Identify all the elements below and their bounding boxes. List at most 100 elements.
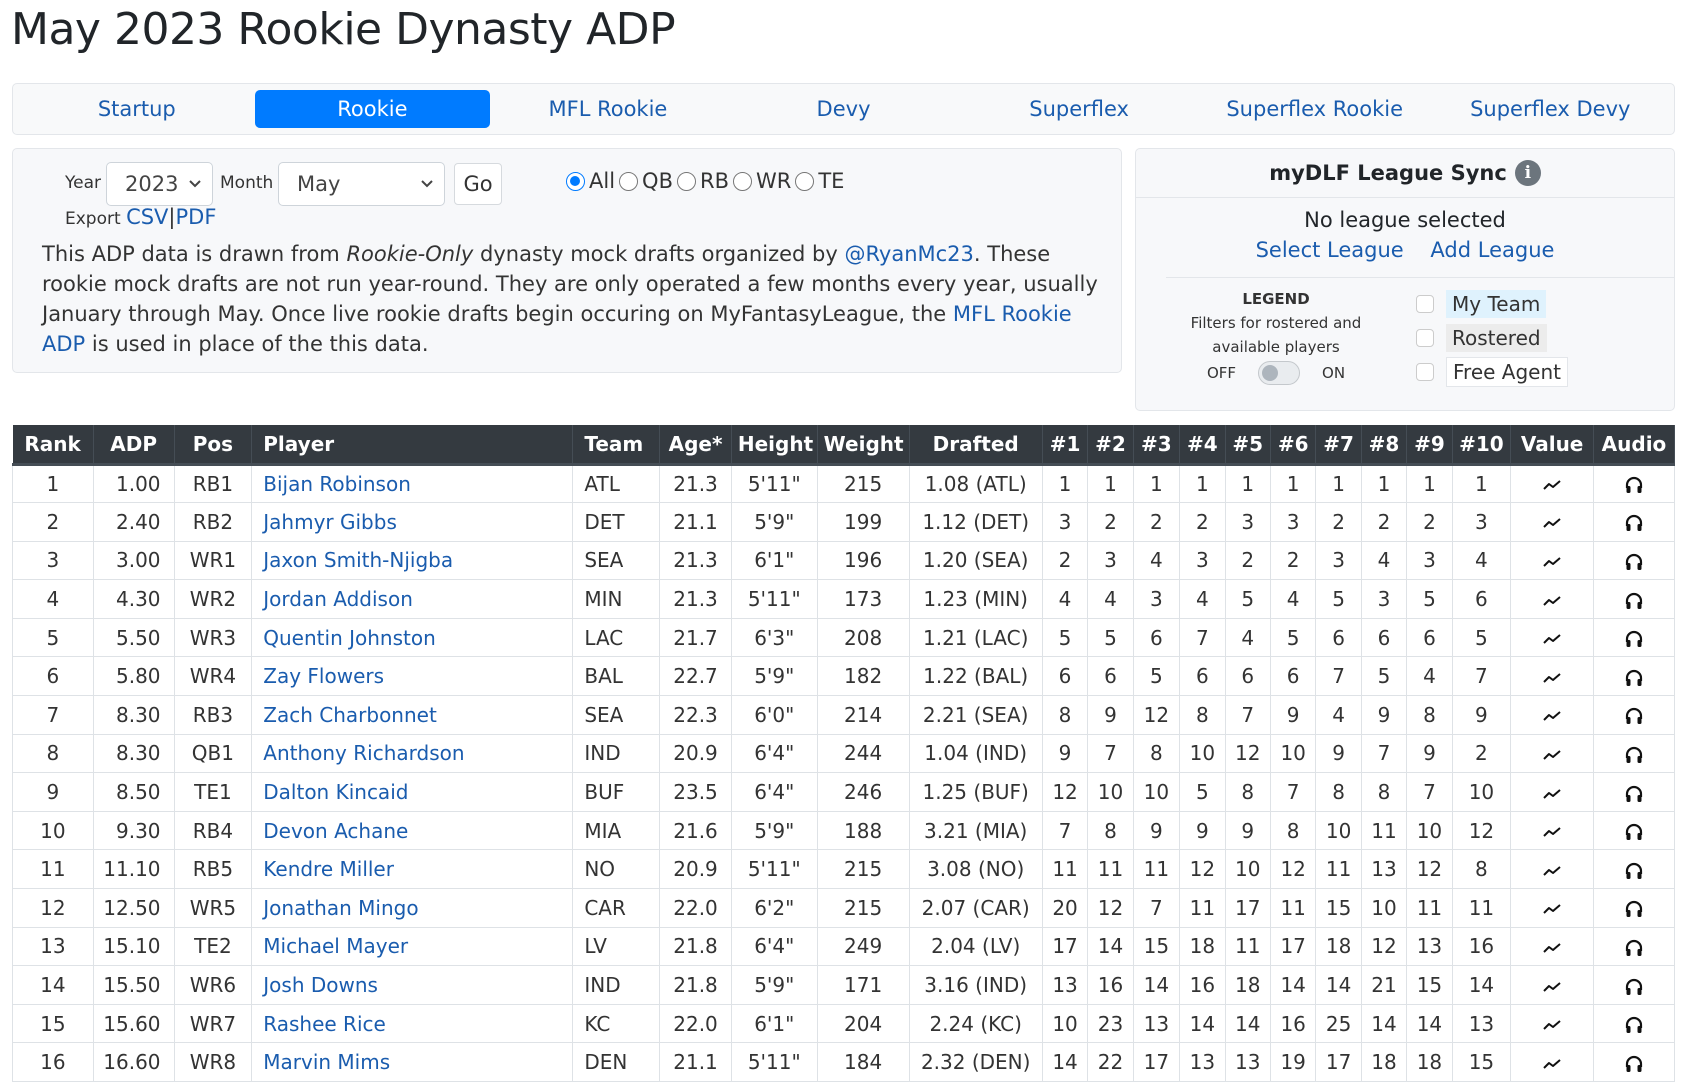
audio-cell[interactable] (1593, 926, 1675, 967)
player-link[interactable]: Kendre Miller (263, 857, 394, 881)
player-link[interactable]: Jahmyr Gibbs (263, 510, 397, 534)
tab-superflex-rookie[interactable]: Superflex Rookie (1197, 90, 1433, 128)
headphones-icon[interactable] (1625, 1050, 1643, 1074)
audio-cell[interactable] (1593, 965, 1675, 1005)
year-select[interactable]: 2023 (106, 162, 213, 206)
tab-superflex-devy[interactable]: Superflex Devy (1432, 90, 1668, 128)
column-header[interactable]: Age* (659, 425, 732, 466)
trend-line-icon[interactable] (1543, 1050, 1561, 1074)
trend-line-icon[interactable] (1543, 896, 1561, 920)
column-header[interactable]: #6 (1270, 425, 1317, 466)
rostered-filter[interactable]: Rostered (1416, 321, 1568, 355)
position-radio-wr[interactable]: WR (732, 169, 791, 193)
value-cell[interactable] (1510, 463, 1594, 504)
radio-dot[interactable] (566, 171, 585, 191)
column-header[interactable]: #5 (1225, 425, 1271, 466)
trend-line-icon[interactable] (1543, 510, 1561, 534)
audio-cell[interactable] (1593, 502, 1675, 542)
player-link[interactable]: Devon Achane (263, 819, 408, 843)
trend-line-icon[interactable] (1543, 780, 1561, 804)
radio-dot[interactable] (676, 171, 696, 191)
column-header[interactable]: #4 (1179, 425, 1226, 466)
audio-cell[interactable] (1593, 463, 1675, 504)
trend-line-icon[interactable] (1543, 472, 1561, 496)
trend-line-icon[interactable] (1543, 548, 1561, 572)
headphones-icon[interactable] (1625, 703, 1643, 727)
value-cell[interactable] (1510, 965, 1594, 1005)
tab-startup[interactable]: Startup (19, 90, 255, 128)
value-cell[interactable] (1510, 926, 1594, 967)
value-cell[interactable] (1510, 810, 1594, 851)
player-link[interactable]: Zay Flowers (263, 664, 384, 688)
headphones-icon[interactable] (1625, 741, 1643, 765)
value-cell[interactable] (1510, 1003, 1594, 1044)
radio-dot[interactable] (795, 171, 815, 191)
headphones-icon[interactable] (1625, 548, 1643, 572)
position-radio-all[interactable]: All (566, 169, 615, 193)
value-cell[interactable] (1510, 579, 1594, 619)
trend-line-icon[interactable] (1543, 934, 1561, 958)
headphones-icon[interactable] (1625, 472, 1643, 496)
audio-cell[interactable] (1593, 888, 1675, 928)
player-link[interactable]: Marvin Mims (263, 1050, 390, 1074)
audio-cell[interactable] (1593, 733, 1675, 774)
player-link[interactable]: Zach Charbonnet (263, 703, 437, 727)
column-header[interactable]: Drafted (909, 425, 1043, 466)
headphones-icon[interactable] (1625, 780, 1643, 804)
trend-line-icon[interactable] (1543, 703, 1561, 727)
checkbox[interactable] (1416, 363, 1434, 381)
column-header[interactable]: Player (251, 425, 574, 466)
go-button[interactable]: Go (454, 163, 502, 205)
column-header[interactable]: Height (731, 425, 818, 466)
tab-rookie[interactable]: Rookie (254, 90, 491, 128)
radio-dot[interactable] (732, 171, 752, 191)
audio-cell[interactable] (1593, 695, 1675, 735)
radio-dot[interactable] (619, 171, 639, 191)
trend-line-icon[interactable] (1543, 819, 1561, 843)
column-header[interactable]: ADP (93, 425, 175, 466)
trend-line-icon[interactable] (1543, 973, 1561, 997)
headphones-icon[interactable] (1625, 1012, 1643, 1036)
select-league-link[interactable]: Select League (1256, 238, 1404, 262)
column-header[interactable]: #8 (1361, 425, 1408, 466)
checkbox[interactable] (1416, 329, 1434, 347)
value-cell[interactable] (1510, 1042, 1594, 1082)
audio-cell[interactable] (1593, 772, 1675, 812)
checkbox[interactable] (1416, 295, 1434, 313)
headphones-icon[interactable] (1625, 896, 1643, 920)
column-header[interactable]: #1 (1042, 425, 1089, 466)
trend-line-icon[interactable] (1543, 857, 1561, 881)
export-csv-link[interactable]: CSV (126, 205, 168, 229)
column-header[interactable]: Value (1510, 425, 1594, 466)
player-link[interactable]: Jaxon Smith-Njigba (263, 548, 453, 572)
headphones-icon[interactable] (1625, 819, 1643, 843)
player-link[interactable]: Dalton Kincaid (263, 780, 408, 804)
trend-line-icon[interactable] (1543, 626, 1561, 650)
tab-devy[interactable]: Devy (726, 90, 962, 128)
column-header[interactable]: Team (572, 425, 661, 466)
player-link[interactable]: Josh Downs (263, 973, 378, 997)
player-link[interactable]: Jordan Addison (263, 587, 413, 611)
tab-mfl-rookie[interactable]: MFL Rookie (490, 90, 726, 128)
player-link[interactable]: Quentin Johnston (263, 626, 436, 650)
audio-cell[interactable] (1593, 1042, 1675, 1082)
player-link[interactable]: Anthony Richardson (263, 741, 464, 765)
headphones-icon[interactable] (1625, 510, 1643, 534)
player-link[interactable]: Rashee Rice (263, 1012, 386, 1036)
tab-superflex[interactable]: Superflex (961, 90, 1197, 128)
trend-line-icon[interactable] (1543, 1012, 1561, 1036)
headphones-icon[interactable] (1625, 587, 1643, 611)
headphones-icon[interactable] (1625, 973, 1643, 997)
column-header[interactable]: Pos (174, 425, 253, 466)
add-league-link[interactable]: Add League (1430, 238, 1554, 262)
audio-cell[interactable] (1593, 849, 1675, 890)
trend-line-icon[interactable] (1543, 741, 1561, 765)
audio-cell[interactable] (1593, 656, 1675, 697)
audio-cell[interactable] (1593, 579, 1675, 619)
headphones-icon[interactable] (1625, 934, 1643, 958)
column-header[interactable]: #7 (1315, 425, 1362, 466)
audio-cell[interactable] (1593, 1003, 1675, 1044)
audio-cell[interactable] (1593, 810, 1675, 851)
free-agent-filter[interactable]: Free Agent (1416, 355, 1568, 389)
headphones-icon[interactable] (1625, 857, 1643, 881)
